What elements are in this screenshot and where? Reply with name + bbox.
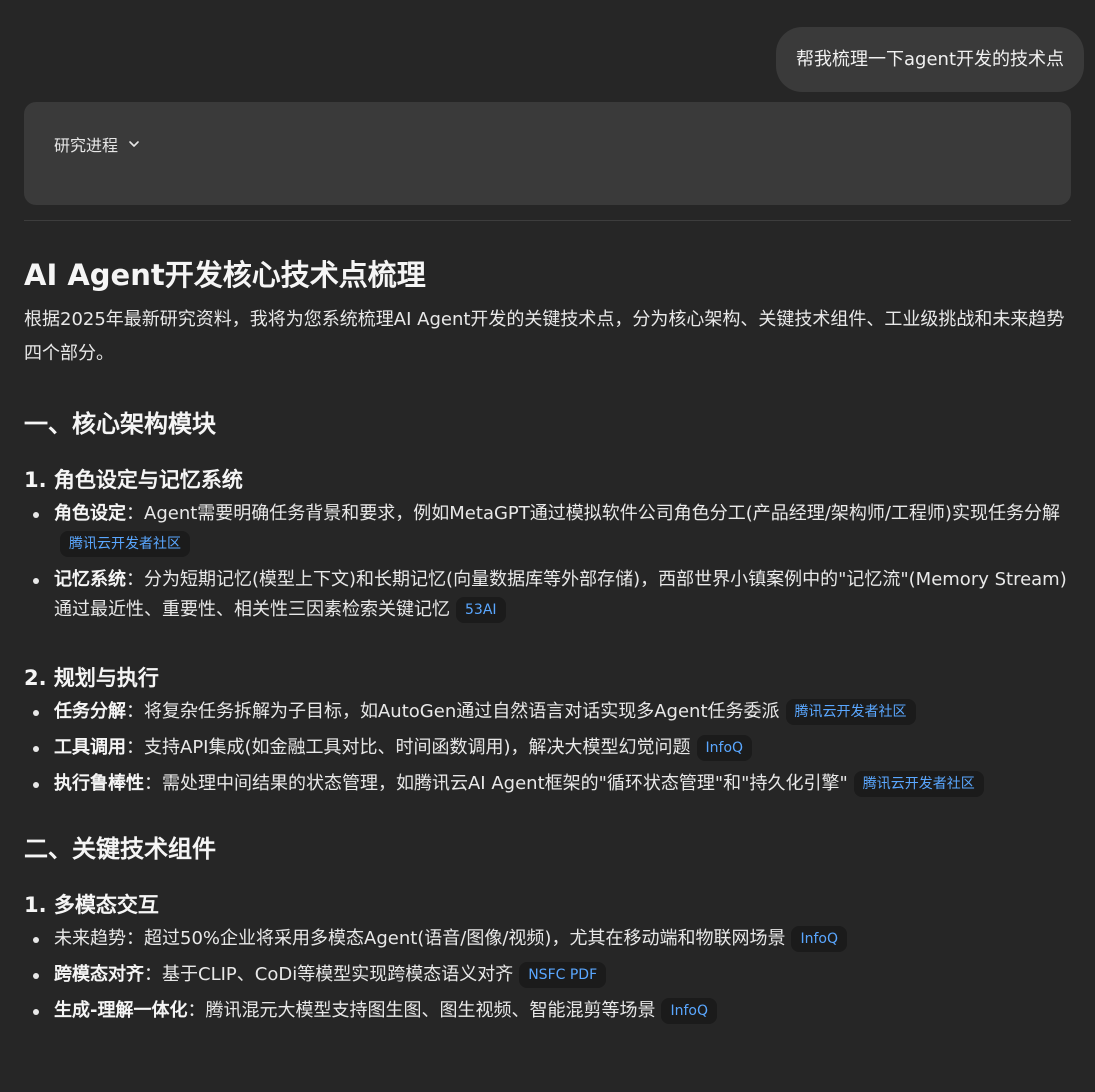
- research-progress-card: 研究进程: [24, 102, 1071, 205]
- chevron-down-icon: [129, 141, 139, 147]
- source-citation-link[interactable]: NSFC PDF: [519, 962, 607, 988]
- item-text: 未来趋势：超过50%企业将采用多模态Agent(语音/图像/视频)，尤其在移动端…: [54, 928, 786, 949]
- research-progress-label: 研究进程: [54, 136, 119, 155]
- source-citation-link[interactable]: InfoQ: [696, 735, 753, 761]
- subsection-heading: 2. 规划与执行: [24, 666, 159, 690]
- source-citation-link[interactable]: 53AI: [456, 597, 506, 623]
- source-citation-link[interactable]: 腾讯云开发者社区: [853, 771, 984, 797]
- section-heading: 一、核心架构模块: [24, 410, 216, 438]
- user-message-bubble: 帮我梳理一下agent开发的技术点: [776, 27, 1084, 92]
- item-text: ：分为短期记忆(模型上下文)和长期记忆(向量数据库等外部存储)，西部世界小镇案例…: [54, 569, 1067, 620]
- section-heading: 二、关键技术组件: [24, 835, 216, 863]
- source-citation-link[interactable]: InfoQ: [791, 926, 847, 952]
- item-term: 角色设定: [54, 503, 126, 524]
- source-citation-link[interactable]: InfoQ: [661, 998, 717, 1024]
- list-item: 记忆系统：分为短期记忆(模型上下文)和长期记忆(向量数据库等外部存储)，西部世界…: [24, 565, 1071, 625]
- list-item: 工具调用：支持API集成(如金融工具对比、时间函数调用)，解决大模型幻觉问题 In…: [24, 733, 1071, 763]
- list-item: 任务分解：将复杂任务拆解为子目标，如AutoGen通过自然语言对话实现多Agen…: [24, 697, 1071, 727]
- item-term: 生成-理解一体化: [54, 1000, 188, 1021]
- list-item: 生成-理解一体化：腾讯混元大模型支持图生图、图生视频、智能混剪等场景 InfoQ: [24, 996, 1071, 1026]
- answer-title: AI Agent开发核心技术点梳理: [24, 258, 426, 292]
- bullet-list: 角色设定：Agent需要明确任务背景和要求，例如MetaGPT通过模拟软件公司角…: [24, 499, 1071, 625]
- subsection-heading: 1. 角色设定与记忆系统: [24, 468, 243, 492]
- item-text: ：基于CLIP、CoDi等模型实现跨模态语义对齐: [144, 964, 514, 985]
- item-text: ：腾讯混元大模型支持图生图、图生视频、智能混剪等场景: [187, 1000, 656, 1021]
- bullet-list: 未来趋势：超过50%企业将采用多模态Agent(语音/图像/视频)，尤其在移动端…: [24, 924, 1071, 1026]
- subsection-heading: 1. 多模态交互: [24, 893, 159, 917]
- divider: [24, 220, 1071, 221]
- item-term: 工具调用: [54, 737, 126, 758]
- chat-page: 帮我梳理一下agent开发的技术点 研究进程 AI Agent开发核心技术点梳理…: [0, 0, 1095, 1092]
- item-text: ：Agent需要明确任务背景和要求，例如MetaGPT通过模拟软件公司角色分工(…: [126, 503, 1060, 524]
- list-item: 跨模态对齐：基于CLIP、CoDi等模型实现跨模态语义对齐 NSFC PDF: [24, 960, 1071, 990]
- user-message-row: 帮我梳理一下agent开发的技术点: [24, 0, 1084, 92]
- item-text: ：支持API集成(如金融工具对比、时间函数调用)，解决大模型幻觉问题: [126, 737, 691, 758]
- list-item: 执行鲁棒性：需处理中间结果的状态管理，如腾讯云AI Agent框架的"循环状态管…: [24, 769, 1071, 799]
- source-citation-link[interactable]: 腾讯云开发者社区: [60, 531, 190, 557]
- bullet-list: 任务分解：将复杂任务拆解为子目标，如AutoGen通过自然语言对话实现多Agen…: [24, 697, 1071, 799]
- item-text: ：将复杂任务拆解为子目标，如AutoGen通过自然语言对话实现多Agent任务委…: [126, 701, 780, 722]
- item-term: 跨模态对齐: [54, 964, 144, 985]
- item-text: ：需处理中间结果的状态管理，如腾讯云AI Agent框架的"循环状态管理"和"持…: [144, 773, 848, 794]
- answer-body: 一、核心架构模块 1. 角色设定与记忆系统角色设定：Agent需要明确任务背景和要…: [24, 407, 1071, 1026]
- answer-intro: 根据2025年最新研究资料，我将为您系统梳理AI Agent开发的关键技术点，分…: [24, 309, 1065, 364]
- item-term: 记忆系统: [54, 569, 126, 590]
- research-progress-toggle[interactable]: 研究进程: [54, 132, 142, 156]
- item-term: 执行鲁棒性: [54, 773, 144, 794]
- source-citation-link[interactable]: 腾讯云开发者社区: [785, 699, 916, 725]
- item-term: 任务分解: [54, 701, 126, 722]
- list-item: 未来趋势：超过50%企业将采用多模态Agent(语音/图像/视频)，尤其在移动端…: [24, 924, 1071, 954]
- list-item: 角色设定：Agent需要明确任务背景和要求，例如MetaGPT通过模拟软件公司角…: [24, 499, 1071, 559]
